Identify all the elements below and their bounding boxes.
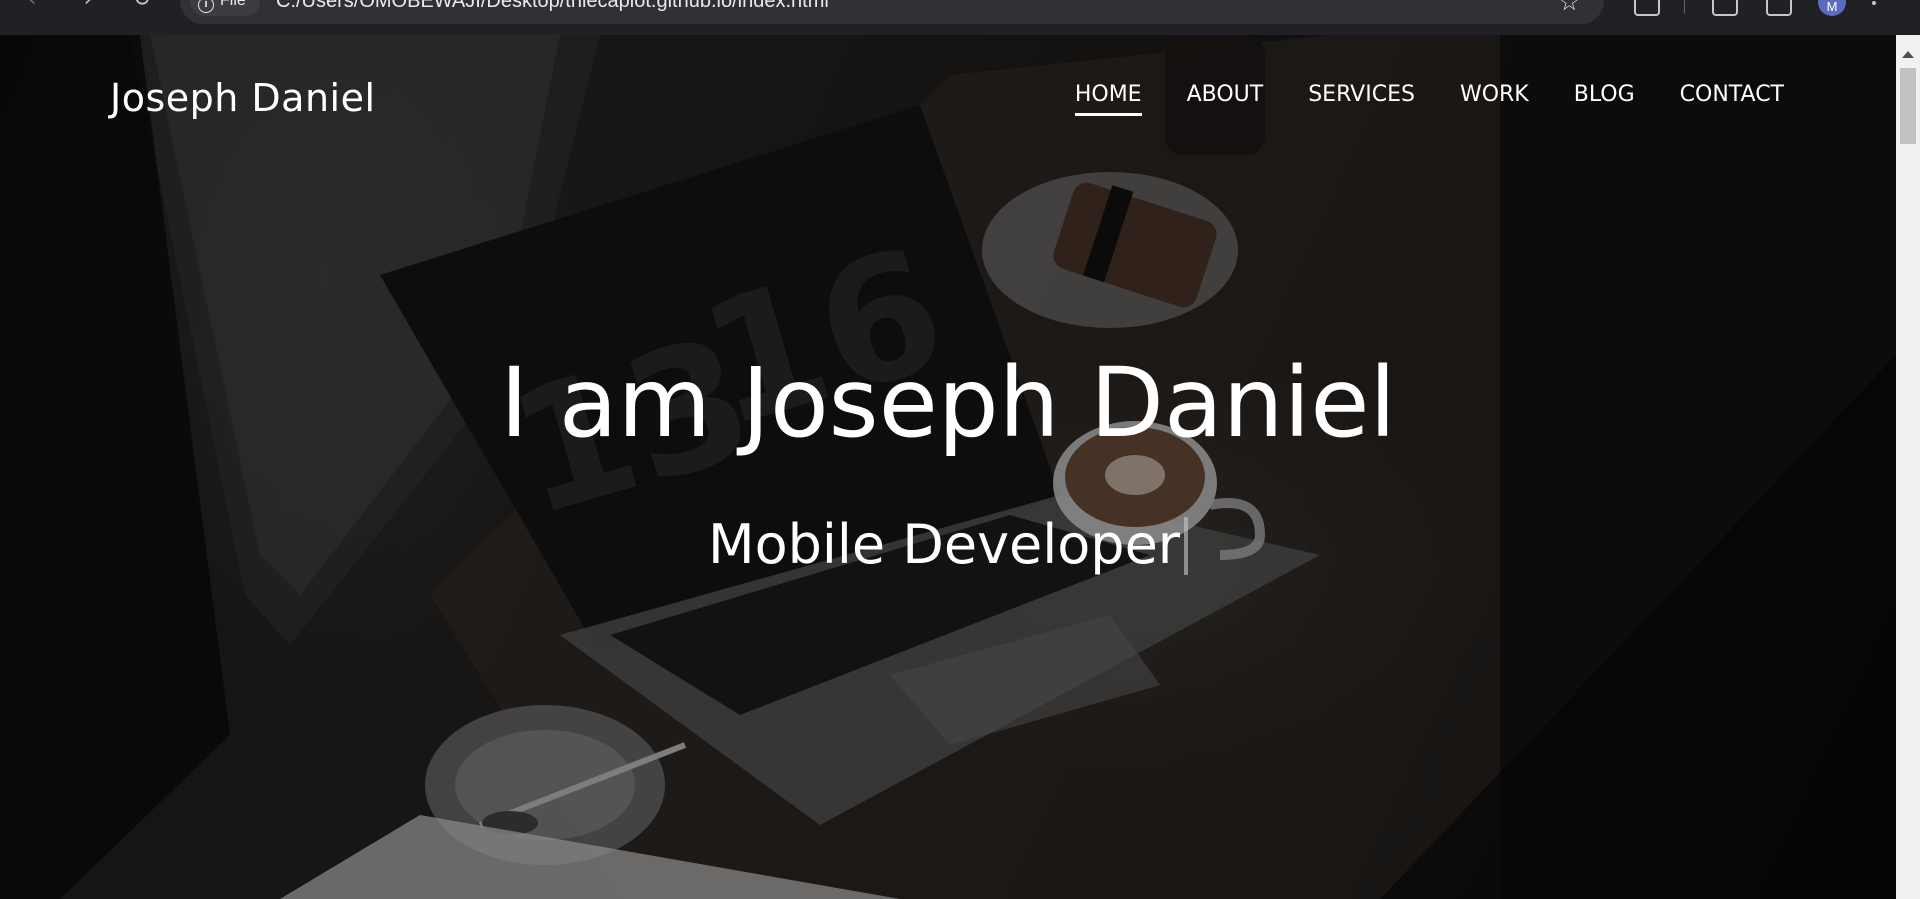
bookmark-star-icon[interactable]: ☆ bbox=[1558, 0, 1580, 16]
hero-title: I am Joseph Daniel bbox=[499, 347, 1397, 459]
site-brand-logo[interactable]: Joseph Daniel bbox=[110, 73, 376, 123]
main-navigation: HOME ABOUT SERVICES WORK BLOG CONTACT bbox=[1074, 79, 1784, 116]
page-scrollbar[interactable] bbox=[1896, 35, 1920, 899]
typed-role-text: Mobile Developer bbox=[707, 513, 1181, 576]
hero-section: 13 16 Joseph Daniel HOME ABOUT SERVICES … bbox=[0, 35, 1896, 899]
scroll-up-arrow-icon[interactable] bbox=[1902, 51, 1914, 58]
address-bar[interactable]: i File C:/Users/OMOBEWAJI/Desktop/thiecap… bbox=[180, 0, 1604, 24]
scrollbar-thumb[interactable] bbox=[1900, 68, 1916, 144]
nav-link-contact[interactable]: CONTACT bbox=[1680, 79, 1784, 111]
reload-icon[interactable]: ↻ bbox=[128, 0, 156, 14]
info-icon: i bbox=[198, 0, 214, 13]
browser-menu-icon[interactable] bbox=[1872, 0, 1876, 8]
side-panel-icon[interactable] bbox=[1766, 0, 1792, 16]
toolbar-divider bbox=[1684, 0, 1685, 14]
browser-toolbar: ‹ › ↻ i File C:/Users/OMOBEWAJI/Desktop/t… bbox=[0, 0, 1920, 35]
nav-link-work[interactable]: WORK bbox=[1460, 79, 1529, 111]
download-icon[interactable] bbox=[1712, 0, 1738, 16]
nav-link-home[interactable]: HOME bbox=[1074, 79, 1142, 116]
nav-link-services[interactable]: SERVICES bbox=[1308, 79, 1415, 111]
nav-link-about[interactable]: ABOUT bbox=[1187, 79, 1264, 111]
forward-arrow-icon[interactable]: › bbox=[74, 0, 102, 14]
page-viewport: 13 16 Joseph Daniel HOME ABOUT SERVICES … bbox=[0, 35, 1896, 899]
site-info-label: File bbox=[220, 0, 246, 9]
extensions-icon[interactable] bbox=[1634, 0, 1660, 16]
hero-dark-overlay bbox=[0, 35, 1896, 899]
typing-cursor bbox=[1184, 517, 1189, 575]
nav-link-blog[interactable]: BLOG bbox=[1574, 79, 1635, 111]
site-info-chip[interactable]: i File bbox=[190, 0, 260, 16]
hero-subtitle: Mobile Developer bbox=[0, 510, 1896, 580]
url-text[interactable]: C:/Users/OMOBEWAJI/Desktop/thiecapiot.gi… bbox=[276, 0, 829, 16]
back-arrow-icon[interactable]: ‹ bbox=[18, 0, 46, 14]
profile-avatar[interactable]: M bbox=[1818, 0, 1846, 16]
